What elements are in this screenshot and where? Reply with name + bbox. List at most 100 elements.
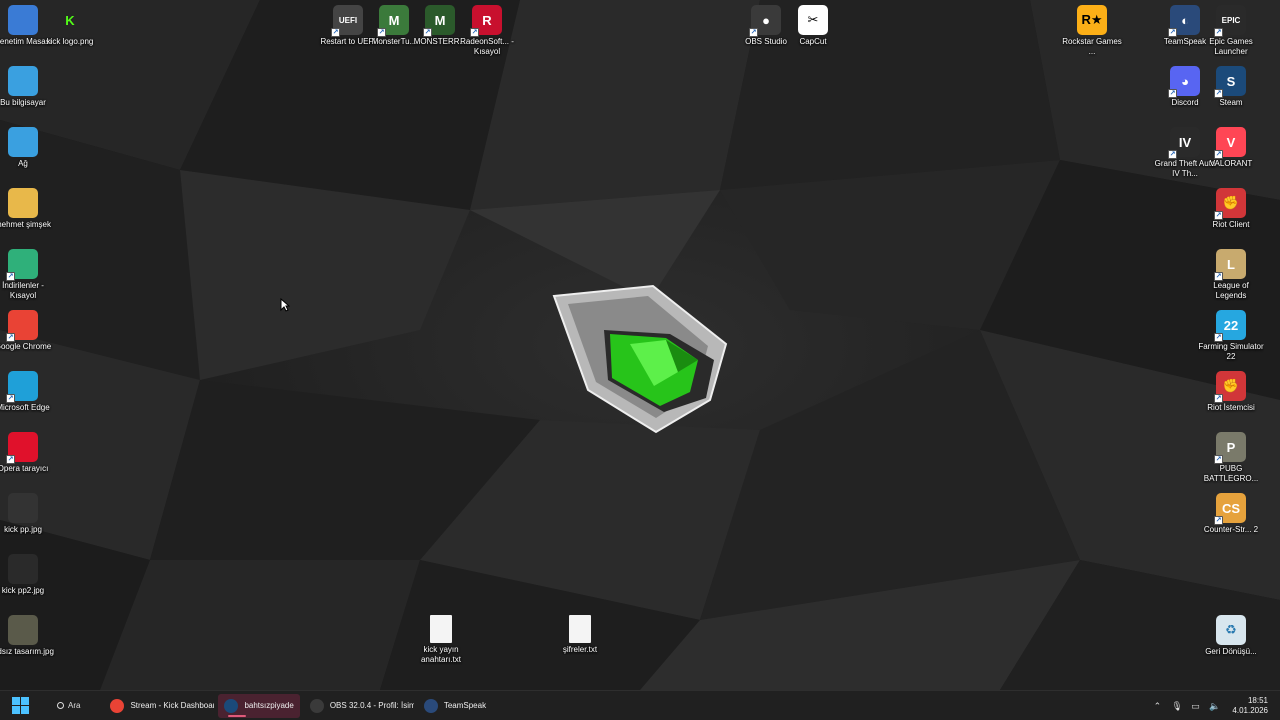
volume-icon[interactable]: 🔈	[1209, 701, 1220, 711]
epic-games-icon: EPIC ↗	[1214, 5, 1246, 37]
desktop-icon-label: Riot İstemcisi	[1207, 403, 1255, 412]
desktop-shortcut[interactable]: ♻ Geri Dönüşü...	[1198, 615, 1264, 677]
start-button[interactable]	[9, 695, 31, 717]
desktop-shortcut[interactable]: ✂ CapCut	[780, 5, 846, 67]
taskbar-chrome[interactable]: Stream - Kick Dashboar	[104, 694, 214, 718]
shortcut-arrow-icon: ↗	[6, 394, 15, 403]
edge-icon: ↗	[6, 371, 38, 403]
desktop-shortcut[interactable]: Kkick logo.png	[37, 5, 103, 67]
shortcut-arrow-icon: ↗	[1214, 333, 1223, 342]
shortcut-arrow-icon: ↗	[1214, 272, 1223, 281]
desktop-shortcut[interactable]: ↗ Microsoft Edge	[0, 371, 56, 433]
desktop-shortcut[interactable]: Bu bilgisayar	[0, 66, 56, 128]
riot-client-icon: ✊ ↗	[1214, 188, 1246, 220]
shortcut-arrow-icon: ↗	[377, 28, 386, 37]
desktop-shortcut[interactable]: kick yayın anahtarı.txt	[408, 615, 474, 677]
shortcut-arrow-icon: ↗	[6, 333, 15, 342]
microphone-icon[interactable]: 🎙	[1171, 701, 1182, 711]
desktop-icon-label: Epic Games Launcher	[1209, 37, 1253, 56]
chevron-up-icon[interactable]: ⌃	[1152, 701, 1162, 711]
desktop-shortcut[interactable]: ↗ Opera tarayıcı	[0, 432, 56, 494]
desktop-icon-label: Farming Simulator 22	[1198, 342, 1264, 361]
chrome-icon	[110, 698, 125, 713]
obs-studio-icon: ● ↗	[749, 5, 781, 37]
desktop-icon-label: Riot Client	[1212, 220, 1250, 229]
desktop-shortcut[interactable]: şifreler.txt	[547, 615, 613, 677]
text-file-icon	[430, 615, 452, 643]
shortcut-arrow-icon: ↗	[1168, 89, 1177, 98]
shortcut-arrow-icon: ↗	[1214, 516, 1223, 525]
monster-tuning-icon: M ↗	[377, 5, 409, 37]
desktop-icon-label: Rockstar Games ...	[1062, 37, 1122, 56]
desktop-icon-label: şifreler.txt	[562, 645, 598, 654]
desktop-shortcut[interactable]: V ↗ VALORANT	[1198, 127, 1264, 189]
desktop-shortcut[interactable]: ✊ ↗ Riot Client	[1198, 188, 1264, 250]
taskbar-steam[interactable]: bahtsızpiyade	[218, 693, 300, 718]
clock-date: 4.01.2026	[1232, 706, 1268, 715]
kick-logo-icon: K	[65, 12, 75, 28]
desktop-shortcut[interactable]: R★ Rockstar Games ...	[1059, 5, 1125, 67]
desktop-shortcut[interactable]: Adsız tasarım.jpg	[0, 615, 56, 677]
shortcut-arrow-icon: ↗	[749, 28, 758, 37]
taskbar-clock[interactable]: 18:51 4.01.2026	[1232, 696, 1268, 716]
chrome-icon: ↗	[6, 310, 38, 342]
taskbar-search[interactable]: Ara	[51, 695, 86, 717]
search-icon	[57, 702, 64, 709]
teamspeak-icon	[423, 698, 438, 713]
desktop-icon-label: kick pp2.jpg	[1, 586, 45, 595]
user-folder-icon	[8, 188, 38, 218]
shortcut-arrow-icon: ↗	[1214, 455, 1223, 464]
desktop-shortcut[interactable]: CS ↗ Counter-Str... 2	[1198, 493, 1264, 555]
shortcut-arrow-icon: ↗	[1168, 28, 1177, 37]
text-file-icon	[569, 615, 591, 643]
clock-time: 18:51	[1247, 696, 1268, 705]
shortcut-arrow-icon: ↗	[6, 272, 15, 281]
image-file-icon	[8, 615, 38, 645]
network-status-icon[interactable]: ▭	[1190, 701, 1200, 711]
desktop-icon-label: Bu bilgisayar	[0, 98, 46, 107]
taskbar-obs[interactable]: OBS 32.0.4 - Profil: İsims	[304, 694, 414, 718]
shortcut-arrow-icon: ↗	[1214, 150, 1223, 159]
taskbar-teamspeak[interactable]: TeamSpeak	[418, 694, 492, 718]
desktop-icon-label: kick yayın anahtarı.txt	[420, 645, 462, 664]
restart-uefi-icon: UEFI ↗	[331, 5, 363, 37]
network-icon	[8, 127, 38, 157]
control-panel-icon	[8, 5, 38, 35]
desktop-shortcut[interactable]: kick pp2.jpg	[0, 554, 56, 616]
desktop-icon-label: Ağ	[18, 159, 28, 168]
desktop-shortcut[interactable]: EPIC ↗ Epic Games Launcher	[1198, 5, 1264, 67]
this-pc-icon	[8, 66, 38, 96]
search-label: Ara	[68, 701, 81, 710]
league-icon: L ↗	[1214, 249, 1246, 281]
radeon-software-icon: R ↗	[470, 5, 502, 37]
image-file-icon	[8, 554, 38, 584]
teamspeak-icon: ◐ ↗	[1168, 5, 1200, 37]
shortcut-arrow-icon: ↗	[1168, 150, 1177, 159]
desktop-shortcut[interactable]: S ↗ Steam	[1198, 66, 1264, 128]
taskbar: Ara Stream - Kick Dashboar bahtsızpiyade O…	[0, 690, 1280, 720]
taskbar-app-label: bahtsızpiyade	[244, 701, 294, 710]
desktop-icon-label: CapCut	[799, 37, 827, 46]
desktop-shortcut[interactable]: P ↗ PUBG BATTLEGRO...	[1198, 432, 1264, 494]
desktop-shortcut[interactable]: 22 ↗ Farming Simulator 22	[1198, 310, 1264, 372]
desktop-icon-label: kick pp.jpg	[4, 525, 42, 534]
monster-logo	[548, 282, 733, 442]
desktop-icon-label: İndirilenler - Kısayol	[2, 281, 44, 300]
desktop-shortcut[interactable]: L ↗ League of Legends	[1198, 249, 1264, 311]
valorant-icon: V ↗	[1214, 127, 1246, 159]
desktop-shortcut[interactable]: mehmet şimşek	[0, 188, 56, 250]
desktop-icon-label: mehmet şimşek	[0, 220, 51, 229]
system-tray: ⌃ 🎙 ▭ 🔈 18:51 4.01.2026	[1152, 691, 1280, 720]
desktop-shortcut[interactable]: Ağ	[0, 127, 56, 189]
shortcut-arrow-icon: ↗	[1214, 211, 1223, 220]
desktop-shortcut[interactable]: ↗ Google Chrome	[0, 310, 56, 372]
shortcut-arrow-icon: ↗	[470, 28, 479, 37]
desktop-shortcut[interactable]: R ↗ RadeonSoft... - Kısayol	[454, 5, 520, 67]
farming-sim-icon: 22 ↗	[1214, 310, 1246, 342]
downloads-icon: ↗	[6, 249, 38, 281]
gta-iv-icon: IV ↗	[1168, 127, 1200, 159]
desktop-shortcut[interactable]: ↗ İndirilenler - Kısayol	[0, 249, 56, 311]
desktop-icon-label: Steam	[1219, 98, 1243, 107]
desktop-shortcut[interactable]: kick pp.jpg	[0, 493, 56, 555]
desktop-shortcut[interactable]: ✊ ↗ Riot İstemcisi	[1198, 371, 1264, 433]
